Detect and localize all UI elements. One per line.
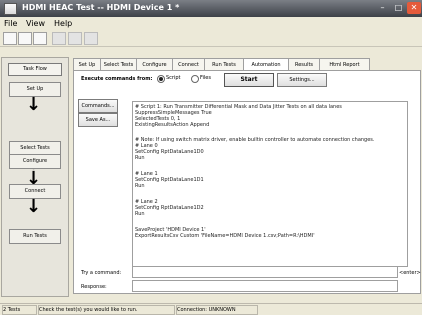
task-flow-panel: Task Flow Set Up ↓ Select Tests ↓ Config… — [1, 57, 69, 297]
script-option-label: Script — [166, 75, 181, 81]
new-file-icon[interactable] — [3, 32, 17, 45]
print-icon[interactable] — [84, 32, 98, 45]
minimize-button[interactable]: – — [376, 2, 389, 14]
try-command-label: Try a command: — [81, 270, 122, 276]
app-icon — [4, 3, 17, 15]
save-as-button[interactable]: Save As... — [78, 113, 118, 127]
script-line: SetConfig RptDataLane1D2 — [135, 205, 204, 211]
script-editor[interactable]: # Script 1: Run Transmitter Differential… — [132, 101, 408, 267]
script-line: SetConfig RptDataLane1D0 — [135, 149, 204, 155]
script-option[interactable]: Script — [157, 75, 187, 83]
response-label: Response: — [81, 284, 107, 290]
script-line: SetConfig RptDataLane1D1 — [135, 177, 204, 183]
undo-icon[interactable] — [52, 32, 66, 45]
down-arrow-icon: ↓ — [26, 196, 42, 217]
script-line: ExportResultsCsv Custom 'FileName=HDMI D… — [135, 233, 315, 239]
files-option[interactable]: Files — [191, 75, 219, 83]
menu-file[interactable]: File — [4, 17, 17, 30]
task-step-run-tests[interactable]: Run Tests — [9, 229, 61, 244]
status-bar: 2 Tests Check the test(s) you would like… — [0, 303, 422, 315]
save-icon[interactable] — [33, 32, 47, 45]
script-line: # Note: If using switch matrix driver, e… — [135, 137, 375, 143]
task-flow-title: Task Flow — [8, 63, 62, 76]
response-field — [132, 280, 398, 292]
window-title: HDMI HEAC Test -- HDMI Device 1 * — [22, 3, 180, 12]
menu-view[interactable]: View — [26, 17, 45, 30]
files-option-label: Files — [200, 75, 211, 81]
script-radio[interactable] — [157, 75, 165, 83]
menu-bar: File View Help — [0, 17, 422, 30]
command-input[interactable] — [132, 266, 398, 278]
title-bar: HDMI HEAC Test -- HDMI Device 1 * – □ ✕ — [0, 0, 422, 17]
execute-commands-label: Execute commands from: — [81, 76, 153, 82]
maximize-button[interactable]: □ — [392, 2, 405, 14]
script-line: Run — [135, 155, 145, 161]
script-line: Run — [135, 211, 145, 217]
task-step-configure[interactable]: Configure — [9, 154, 61, 169]
toolbar — [0, 30, 422, 47]
files-radio[interactable] — [191, 75, 199, 83]
start-button[interactable]: Start — [224, 73, 274, 87]
redo-icon[interactable] — [68, 32, 82, 45]
automation-panel: Execute commands from: Script Files Star… — [73, 70, 421, 294]
commands-button[interactable]: Commands... — [78, 99, 118, 113]
open-folder-icon[interactable] — [18, 32, 32, 45]
down-arrow-icon: ↓ — [26, 94, 42, 115]
script-line: ExistingResultsAction Append — [135, 122, 210, 128]
script-line: Run — [135, 183, 145, 189]
close-button[interactable]: ✕ — [407, 2, 421, 14]
menu-help[interactable]: Help — [54, 17, 72, 30]
settings-button[interactable]: Settings... — [277, 73, 327, 87]
enter-hint: <enter> — [399, 270, 421, 276]
